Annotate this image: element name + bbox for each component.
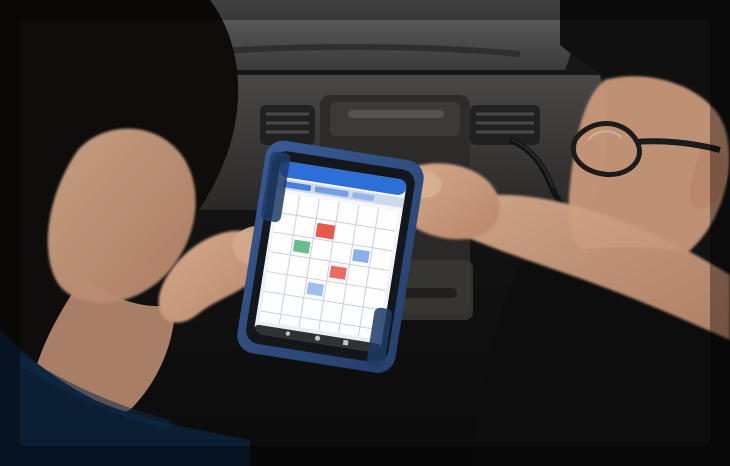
console-top: [330, 102, 460, 136]
cell-blue-2: [306, 282, 325, 297]
cell-red-1: [315, 222, 336, 240]
nav-recents-icon: [342, 339, 349, 346]
cell-blue-1: [352, 248, 370, 264]
cell-green-1: [292, 239, 311, 254]
photo-stage: [0, 0, 730, 466]
photo: [0, 0, 730, 466]
right-vent: [470, 105, 540, 145]
tablet-icon: [237, 140, 424, 373]
cell-red-2: [329, 265, 347, 280]
console-strip: [348, 110, 444, 118]
left-vent: [260, 105, 315, 145]
